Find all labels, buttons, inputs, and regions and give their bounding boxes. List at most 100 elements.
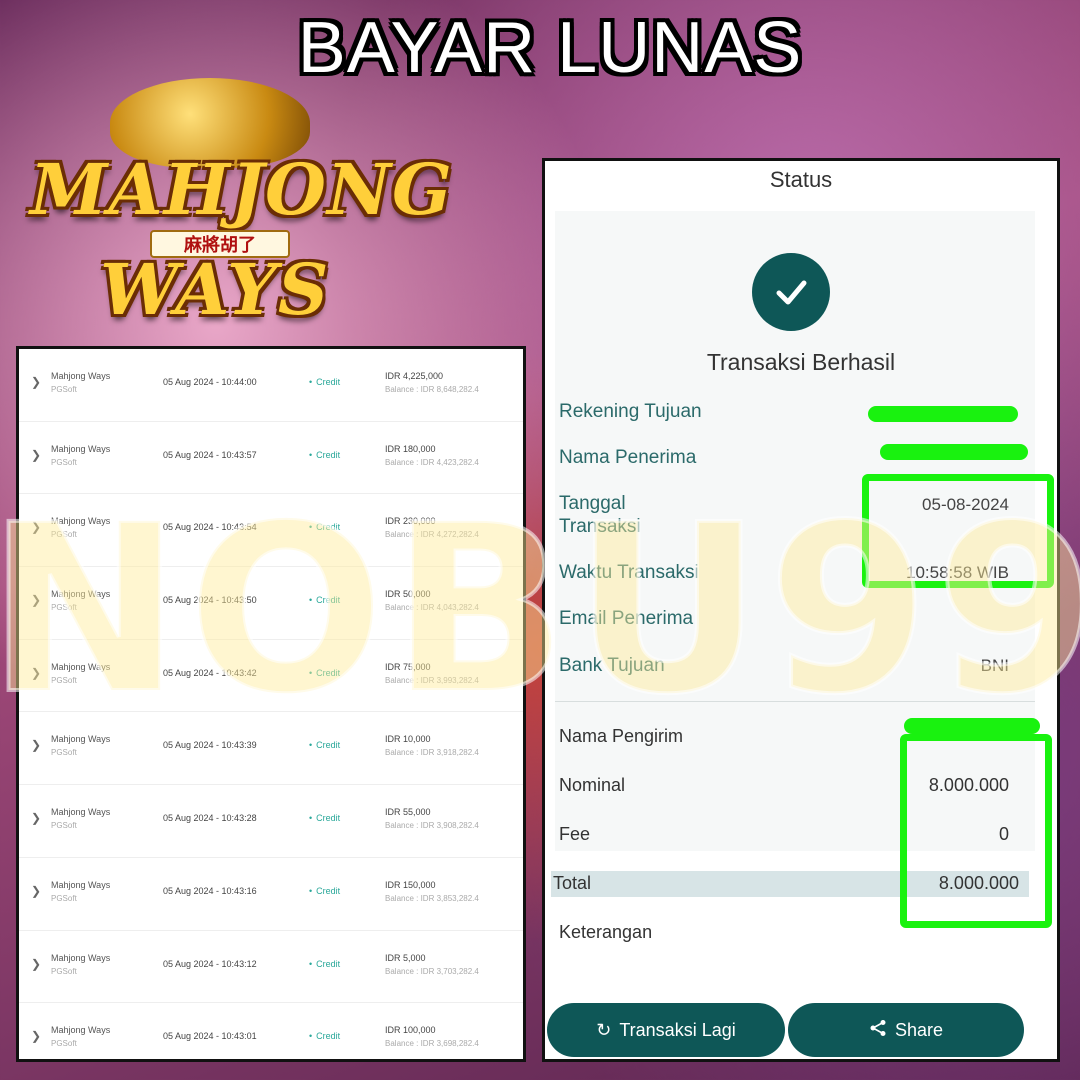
label-fee: Fee bbox=[559, 824, 591, 844]
chevron-right-icon: ❯ bbox=[31, 738, 42, 753]
label-tanggal-line1: Tanggal bbox=[559, 493, 626, 514]
history-game: Mahjong Ways bbox=[51, 516, 111, 527]
highlight-box-amounts bbox=[900, 734, 1052, 928]
history-row[interactable]: ❯ Mahjong Ways PGSoft 05 Aug 2024 - 10:4… bbox=[19, 422, 523, 495]
history-amount: IDR 5,000 bbox=[385, 952, 426, 963]
headline-title: BAYAR LUNAS bbox=[297, 8, 803, 88]
transaction-success-title: Transaksi Berhasil bbox=[706, 349, 896, 375]
chevron-right-icon: ❯ bbox=[31, 665, 42, 680]
share-icon bbox=[869, 1019, 887, 1042]
history-balance: Balance : IDR 3,908,282.4 bbox=[385, 821, 479, 831]
history-datetime: 05 Aug 2024 - 10:43:39 bbox=[163, 740, 257, 751]
history-amount: IDR 10,000 bbox=[385, 734, 431, 745]
history-provider: PGSoft bbox=[51, 893, 77, 903]
history-provider: PGSoft bbox=[51, 748, 77, 758]
history-provider: PGSoft bbox=[51, 675, 77, 685]
receipt-divider bbox=[555, 701, 1035, 702]
redaction-bar-pengirim bbox=[904, 718, 1040, 734]
history-row[interactable]: ❯ Mahjong Ways PGSoft 05 Aug 2024 - 10:4… bbox=[19, 640, 523, 713]
history-balance: Balance : IDR 3,918,282.4 bbox=[385, 748, 479, 758]
history-provider: PGSoft bbox=[51, 457, 77, 467]
history-type: Credit bbox=[309, 450, 340, 460]
receipt-status-title: Status bbox=[769, 167, 833, 192]
share-button[interactable]: Share bbox=[788, 1003, 1024, 1057]
history-type: Credit bbox=[309, 595, 340, 605]
history-datetime: 05 Aug 2024 - 10:43:01 bbox=[163, 1031, 257, 1042]
history-game: Mahjong Ways bbox=[51, 879, 111, 890]
history-amount: IDR 180,000 bbox=[385, 443, 436, 454]
history-game: Mahjong Ways bbox=[51, 734, 111, 745]
history-row[interactable]: ❯ Mahjong Ways PGSoft 05 Aug 2024 - 10:4… bbox=[19, 712, 523, 786]
chevron-right-icon: ❯ bbox=[31, 520, 42, 535]
check-circle-icon bbox=[752, 253, 830, 331]
history-balance: Balance : IDR 4,272,282.4 bbox=[385, 530, 479, 540]
chevron-right-icon: ❯ bbox=[31, 883, 42, 898]
history-provider: PGSoft bbox=[51, 1039, 77, 1049]
history-game: Mahjong Ways bbox=[51, 589, 111, 600]
history-provider: PGSoft bbox=[51, 530, 77, 540]
redaction-bar-penerima bbox=[880, 444, 1028, 460]
history-balance: Balance : IDR 8,648,282.4 bbox=[385, 385, 479, 394]
history-datetime: 05 Aug 2024 - 10:43:42 bbox=[163, 667, 257, 678]
history-row[interactable]: ❯ Mahjong Ways PGSoft 05 Aug 2024 - 10:4… bbox=[19, 931, 523, 1004]
label-waktu-transaksi: Waktu Transaksi bbox=[559, 562, 699, 583]
label-nominal: Nominal bbox=[559, 775, 626, 795]
chevron-right-icon: ❯ bbox=[31, 447, 42, 462]
history-row[interactable]: ❯ Mahjong Ways PGSoft 05 Aug 2024 - 10:4… bbox=[19, 858, 523, 931]
history-datetime: 05 Aug 2024 - 10:43:12 bbox=[163, 958, 257, 969]
history-type: Credit bbox=[309, 377, 340, 387]
history-amount: IDR 100,000 bbox=[385, 1025, 436, 1036]
history-row[interactable]: ❯ Mahjong Ways PGSoft 05 Aug 2024 - 10:4… bbox=[19, 494, 523, 568]
history-row[interactable]: ❯ Mahjong Ways PGSoft 05 Aug 2024 - 10:4… bbox=[19, 349, 523, 422]
history-balance: Balance : IDR 3,993,282.4 bbox=[385, 675, 479, 685]
history-balance: Balance : IDR 3,698,282.4 bbox=[385, 1039, 479, 1049]
history-type: Credit bbox=[309, 959, 340, 969]
history-datetime: 05 Aug 2024 - 10:43:16 bbox=[163, 885, 257, 896]
history-type: Credit bbox=[309, 740, 340, 750]
transaction-history-panel: ❯ Mahjong Ways PGSoft 05 Aug 2024 - 10:4… bbox=[16, 346, 526, 1062]
history-game: Mahjong Ways bbox=[51, 661, 111, 672]
history-game: Mahjong Ways bbox=[51, 807, 111, 818]
history-datetime: 05 Aug 2024 - 10:43:54 bbox=[163, 522, 257, 533]
history-datetime: 05 Aug 2024 - 10:43:50 bbox=[163, 595, 257, 606]
history-game: Mahjong Ways bbox=[51, 371, 111, 381]
label-email-penerima: Email Penerima bbox=[559, 608, 694, 629]
history-datetime: 05 Aug 2024 - 10:43:28 bbox=[163, 813, 257, 824]
chevron-right-icon: ❯ bbox=[31, 1029, 42, 1044]
history-row[interactable]: ❯ Mahjong Ways PGSoft 05 Aug 2024 - 10:4… bbox=[19, 785, 523, 858]
refresh-icon: ↻ bbox=[596, 1019, 612, 1040]
history-datetime: 05 Aug 2024 - 10:43:57 bbox=[163, 449, 257, 460]
history-game: Mahjong Ways bbox=[51, 1025, 111, 1036]
history-balance: Balance : IDR 4,423,282.4 bbox=[385, 457, 479, 467]
label-nama-pengirim: Nama Pengirim bbox=[559, 726, 684, 746]
logo-word-ways: WAYS bbox=[100, 248, 330, 331]
transaksi-lagi-button[interactable]: ↻ Transaksi Lagi bbox=[547, 1003, 785, 1057]
history-balance: Balance : IDR 4,043,282.4 bbox=[385, 603, 479, 613]
history-type: Credit bbox=[309, 522, 340, 532]
value-bank: BNI bbox=[980, 656, 1009, 675]
history-provider: PGSoft bbox=[51, 821, 77, 831]
history-type: Credit bbox=[309, 813, 340, 823]
history-row[interactable]: ❯ Mahjong Ways PGSoft 05 Aug 2024 - 10:4… bbox=[19, 567, 523, 640]
share-label: Share bbox=[894, 1019, 944, 1040]
history-provider: PGSoft bbox=[51, 385, 77, 394]
label-total: Total bbox=[553, 873, 592, 893]
mahjong-ways-logo: MAHJONG 麻將胡了 WAYS bbox=[20, 78, 452, 338]
chevron-right-icon: ❯ bbox=[31, 811, 42, 826]
history-game: Mahjong Ways bbox=[51, 952, 111, 963]
history-amount: IDR 150,000 bbox=[385, 879, 436, 890]
history-amount: IDR 50,000 bbox=[385, 589, 431, 600]
redaction-bar-rekening bbox=[868, 406, 1018, 422]
label-bank-tujuan: Bank Tujuan bbox=[559, 655, 665, 676]
label-keterangan: Keterangan bbox=[559, 922, 653, 942]
logo-word-mahjong: MAHJONG bbox=[30, 148, 453, 231]
history-row[interactable]: ❯ Mahjong Ways PGSoft 05 Aug 2024 - 10:4… bbox=[19, 1003, 523, 1059]
chevron-right-icon: ❯ bbox=[31, 956, 42, 971]
transaksi-lagi-label: Transaksi Lagi bbox=[619, 1019, 736, 1040]
chevron-right-icon: ❯ bbox=[31, 593, 42, 608]
label-nama-penerima: Nama Penerima bbox=[559, 447, 697, 468]
history-amount: IDR 55,000 bbox=[385, 807, 431, 818]
history-type: Credit bbox=[309, 668, 340, 678]
chevron-right-icon: ❯ bbox=[31, 375, 42, 389]
history-balance: Balance : IDR 3,703,282.4 bbox=[385, 966, 479, 976]
